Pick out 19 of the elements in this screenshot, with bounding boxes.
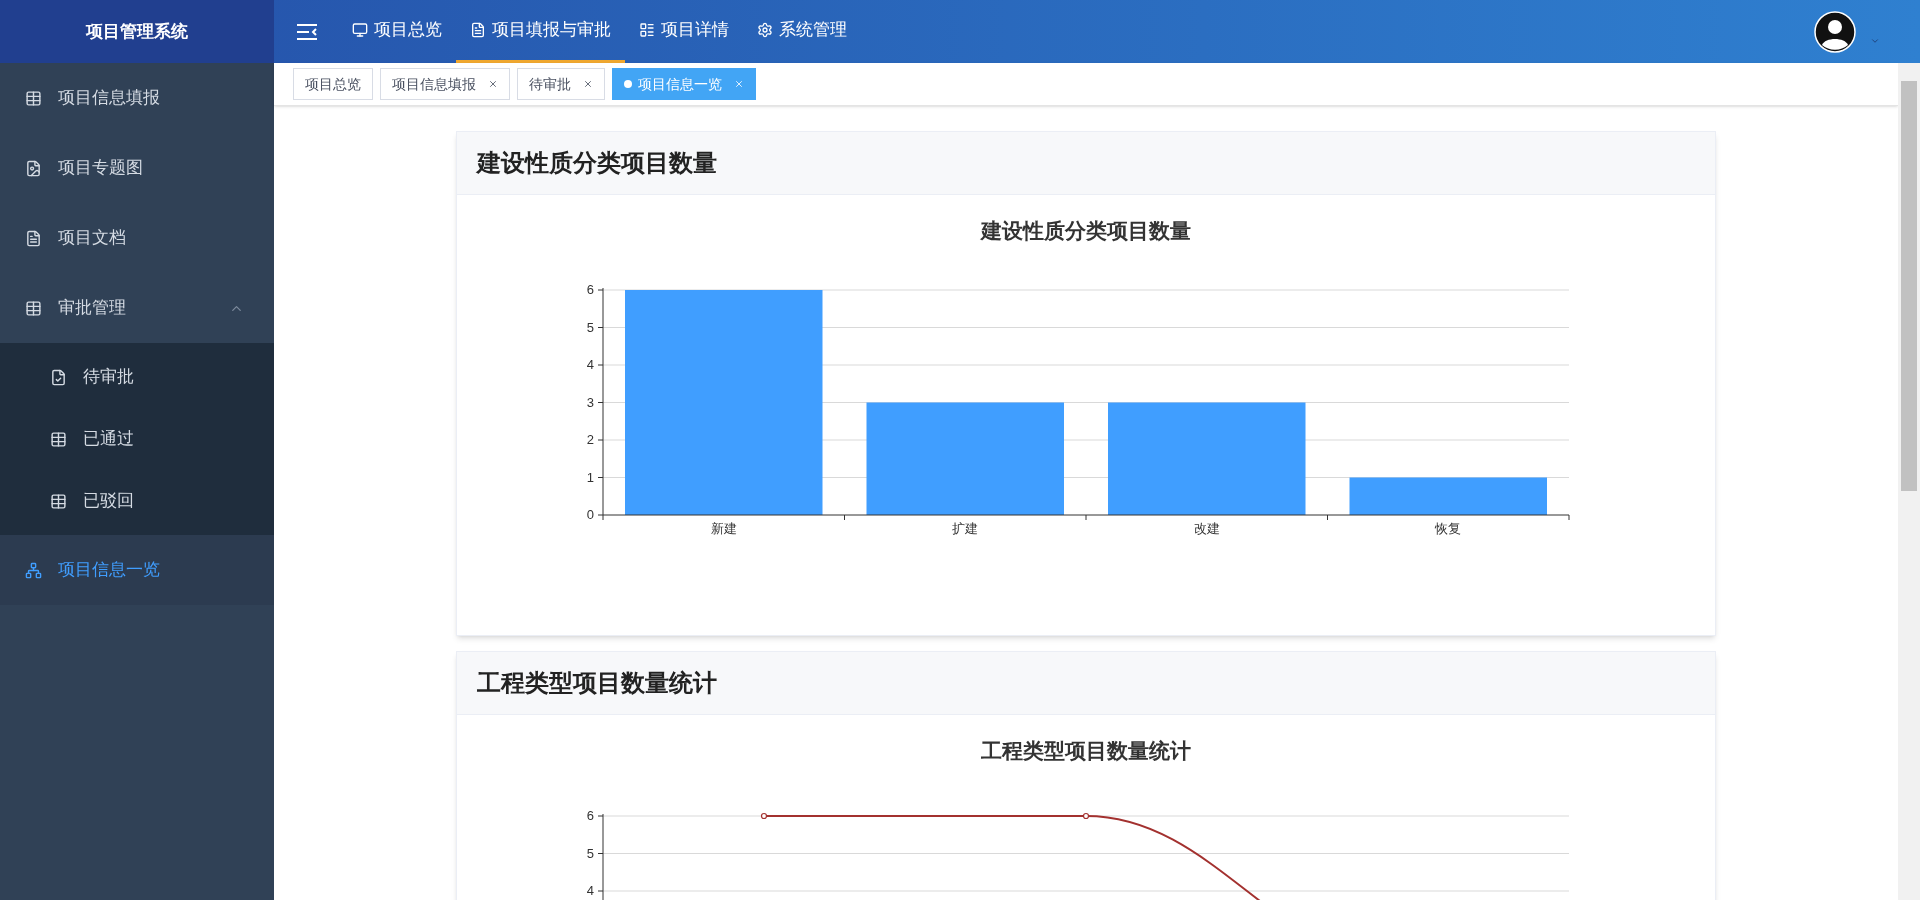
axis-tick-label: 5 bbox=[586, 319, 594, 334]
axis-tick-label: 5 bbox=[586, 845, 594, 861]
category-label: 恢复 bbox=[1435, 520, 1462, 536]
axis-tick-label: 6 bbox=[586, 281, 594, 297]
chart-title: 建设性质分类项目数量 bbox=[981, 218, 1191, 244]
axis-tick-label: 1 bbox=[586, 469, 594, 484]
card-title: 建设性质分类项目数量 bbox=[477, 148, 717, 178]
chart-title: 工程类型项目数量统计 bbox=[981, 737, 1191, 764]
axis-tick-label: 0 bbox=[586, 506, 594, 522]
axis-tick-label: 3 bbox=[586, 394, 594, 409]
category-label: 改建 bbox=[1193, 520, 1220, 536]
axis-tick-label: 2 bbox=[586, 431, 594, 447]
axis-tick-label: 4 bbox=[586, 883, 594, 898]
axis-tick-label: 4 bbox=[586, 356, 594, 372]
axis-tick-label: 6 bbox=[586, 808, 594, 823]
card-title: 工程类型项目数量统计 bbox=[477, 667, 717, 698]
category-label: 新建 bbox=[710, 520, 737, 536]
app-title: 项目管理系统 bbox=[0, 0, 274, 63]
category-label: 扩建 bbox=[952, 520, 979, 536]
